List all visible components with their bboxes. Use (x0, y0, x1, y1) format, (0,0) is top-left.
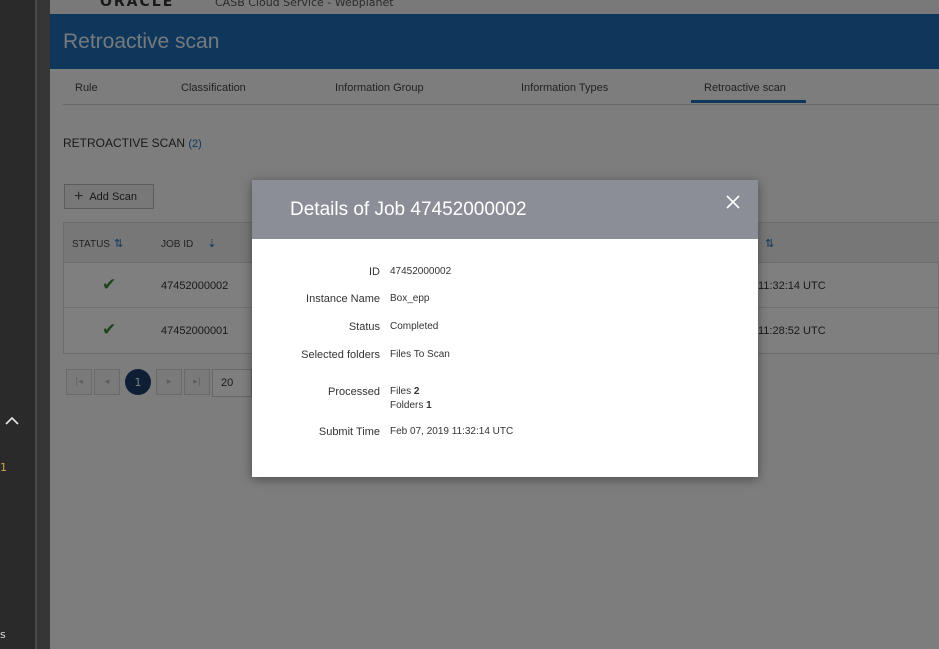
detail-value: Completed (390, 321, 439, 332)
detail-value: Files To Scan (390, 349, 450, 360)
processed-folders-count: 1 (426, 400, 432, 411)
processed-folders-label: Folders (390, 400, 424, 411)
chevron-up-icon[interactable] (5, 414, 23, 432)
detail-label: Selected folders (301, 349, 380, 361)
sidebar-item-partial-2[interactable]: s (0, 628, 6, 641)
detail-value: Files 2 (390, 386, 419, 397)
detail-label: Processed (328, 386, 380, 398)
modal-header: Details of Job 47452000002 (252, 180, 758, 239)
modal-title: Details of Job 47452000002 (290, 199, 527, 220)
detail-label: ID (369, 266, 380, 278)
detail-value: Feb 07, 2019 11:32:14 UTC (390, 426, 514, 437)
detail-value: Box_epp (390, 293, 430, 304)
detail-value: Folders 1 (390, 400, 432, 411)
detail-label: Instance Name (306, 293, 380, 305)
detail-label: Status (348, 321, 380, 333)
job-details-modal: Details of Job 47452000002 ID 4745200000… (252, 180, 758, 477)
close-icon[interactable] (723, 193, 743, 213)
detail-label: Submit Time (318, 426, 380, 438)
processed-files-label: Files (390, 386, 412, 397)
left-sidebar: 1 s (0, 0, 37, 649)
sidebar-item-partial[interactable]: 1 (0, 461, 7, 474)
processed-files-count: 2 (413, 386, 420, 397)
detail-value: 47452000002 (390, 266, 452, 277)
